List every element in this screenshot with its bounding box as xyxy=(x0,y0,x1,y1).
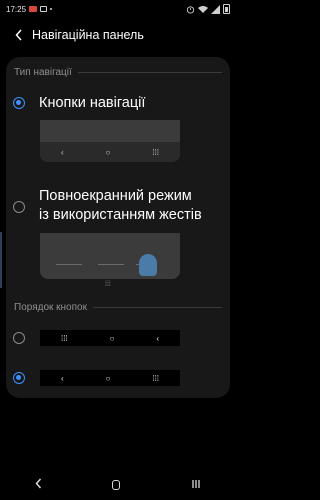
preview-buttons: ‹ ○ ⁞⁞⁞ xyxy=(40,120,180,162)
radio-buttons[interactable] xyxy=(13,97,25,109)
recents-icon: ⁞⁞⁞ xyxy=(152,373,160,383)
gesture-hint-icon: ⁞⁞⁞ xyxy=(105,281,111,288)
back-icon: ‹ xyxy=(60,147,64,157)
app-header: Навігаційна панель xyxy=(0,22,236,48)
preview-gestures xyxy=(40,233,180,279)
chevron-left-icon xyxy=(15,29,22,41)
section-nav-type: Тип навігації xyxy=(14,67,222,78)
gallery-icon xyxy=(40,6,48,12)
section-button-order-label: Порядок кнопок xyxy=(14,302,87,313)
nav-recents-button[interactable] xyxy=(191,479,201,492)
radio-gestures[interactable] xyxy=(13,201,25,213)
recents-icon: ⁞⁞⁞ xyxy=(60,333,68,343)
status-left: 17:25 xyxy=(6,4,53,14)
radio-order-recents-first[interactable] xyxy=(13,332,25,344)
notification-app-icon xyxy=(29,6,38,12)
battery-icon xyxy=(223,4,230,14)
home-icon: ○ xyxy=(105,147,111,157)
option-gestures-label-line1: Повноекранний режим xyxy=(39,188,192,204)
order-preview-recents-first: ⁞⁞⁞ ○ ‹ xyxy=(40,330,180,346)
back-icon: ‹ xyxy=(60,373,64,383)
alarm-icon xyxy=(186,5,195,14)
scroll-indicator xyxy=(0,232,2,288)
recents-icon xyxy=(192,479,200,488)
section-nav-type-label: Тип навігації xyxy=(14,67,72,78)
section-divider xyxy=(92,307,222,308)
status-right xyxy=(186,4,230,14)
home-icon: ○ xyxy=(105,373,111,383)
section-divider xyxy=(77,72,222,73)
option-gestures-label-line2: із використанням жестів xyxy=(39,207,202,223)
nav-home-button[interactable] xyxy=(112,480,121,490)
signal-icon xyxy=(211,4,220,14)
system-navbar xyxy=(0,470,236,500)
option-buttons-label: Кнопки навігації xyxy=(39,95,146,111)
finger-gesture-icon xyxy=(139,254,157,276)
radio-order-back-first[interactable] xyxy=(13,372,25,384)
gesture-line-left xyxy=(56,264,82,265)
recents-icon: ⁞⁞⁞ xyxy=(152,147,160,157)
preview-buttons-navbar: ‹ ○ ⁞⁞⁞ xyxy=(40,142,180,162)
back-button[interactable] xyxy=(8,22,30,48)
back-icon: ‹ xyxy=(156,333,160,343)
status-time: 17:25 xyxy=(6,4,27,14)
back-icon xyxy=(35,478,42,489)
status-bar: 17:25 xyxy=(0,0,236,18)
section-button-order: Порядок кнопок xyxy=(14,302,222,313)
wifi-icon xyxy=(198,6,208,13)
nav-back-button[interactable] xyxy=(35,478,42,492)
gesture-line-mid xyxy=(98,264,124,265)
page-title: Навігаційна панель xyxy=(32,28,144,42)
home-icon: ○ xyxy=(109,333,115,343)
settings-card: Тип навігації Кнопки навігації ‹ ○ ⁞⁞⁞ П… xyxy=(6,57,230,398)
order-preview-back-first: ‹ ○ ⁞⁞⁞ xyxy=(40,370,180,386)
more-notifications-icon xyxy=(50,8,53,10)
